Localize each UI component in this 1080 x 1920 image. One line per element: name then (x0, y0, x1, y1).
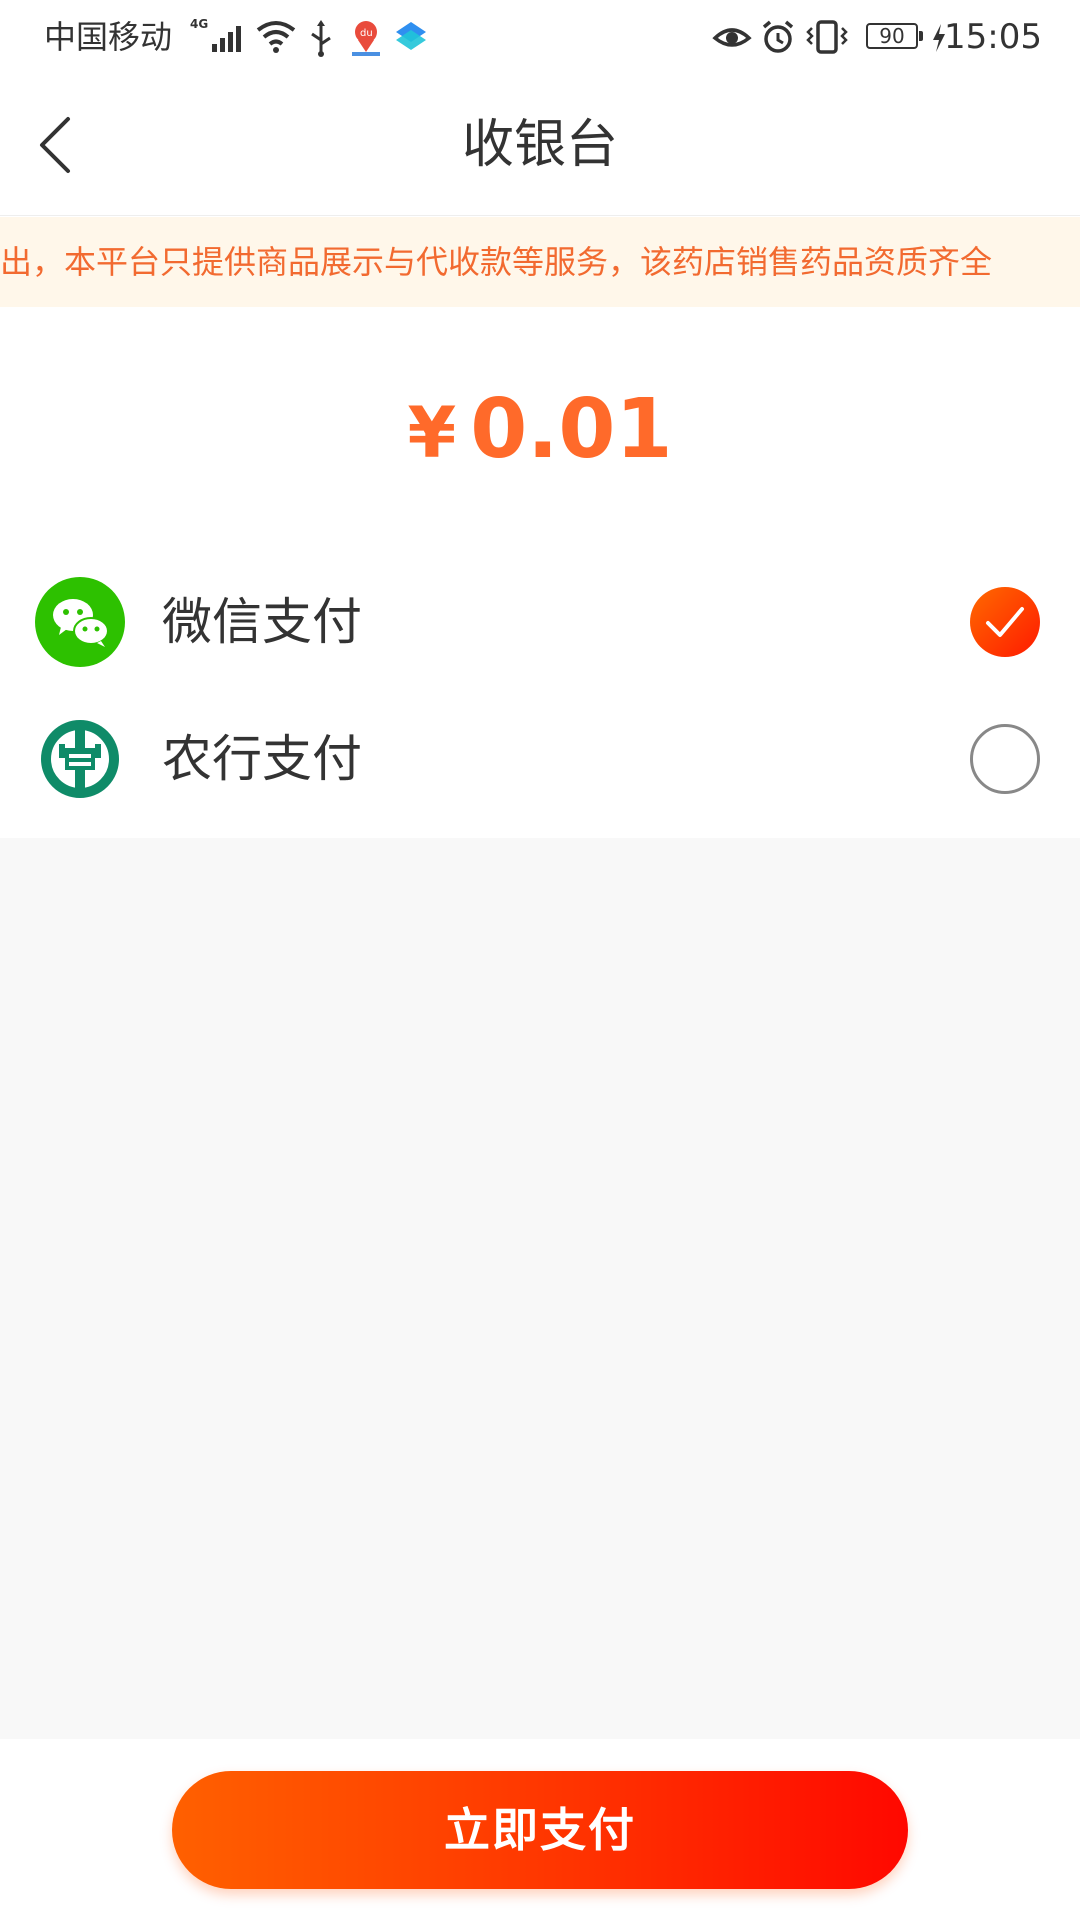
payment-amount: ¥0.01 (0, 375, 1080, 485)
bottom-bar: 立即支付 (0, 1739, 1080, 1920)
carrier-name: 中国移动 (44, 18, 173, 56)
network-type: 4G (190, 17, 208, 31)
content-empty-area (0, 838, 1080, 1739)
app-icon (396, 22, 426, 50)
eye-icon (712, 28, 752, 47)
radio-unchecked[interactable] (970, 724, 1040, 794)
payment-option-abc[interactable]: 农行支付 (0, 692, 1080, 826)
payment-option-wechat[interactable]: 微信支付 (0, 555, 1080, 689)
chevron-left-icon (40, 117, 70, 173)
page-title: 收银台 (461, 115, 618, 175)
status-time: 15:05 (944, 17, 1042, 57)
wechat-icon (35, 577, 125, 667)
baidu-map-icon: du (352, 21, 380, 56)
nav-bar: 收银台 (0, 75, 1080, 216)
alarm-icon (762, 20, 794, 53)
abc-bank-icon (41, 720, 119, 798)
radio-checked[interactable] (970, 587, 1040, 657)
check-icon (986, 607, 1024, 637)
vibrate-icon (806, 20, 848, 54)
pay-now-button[interactable]: 立即支付 (172, 1771, 908, 1889)
currency-symbol: ¥ (407, 392, 457, 474)
amount-value: 0.01 (470, 382, 673, 477)
notice-text: 出，本平台只提供商品展示与代收款等服务，该药店销售药品资质齐全 (0, 243, 993, 281)
status-bar: 中国移动 4G du 90 15:05 (0, 0, 1080, 75)
usb-icon (311, 20, 331, 57)
battery-icon: 90 (866, 23, 923, 49)
back-button[interactable] (20, 105, 100, 185)
wifi-icon (256, 21, 296, 53)
signal-icon: 4G (190, 17, 241, 52)
payment-option-label: 微信支付 (162, 593, 362, 651)
payment-option-label: 农行支付 (162, 730, 362, 788)
notice-banner: 出，本平台只提供商品展示与代收款等服务，该药店销售药品资质齐全 (0, 217, 1080, 307)
svg-text:du: du (360, 28, 373, 39)
